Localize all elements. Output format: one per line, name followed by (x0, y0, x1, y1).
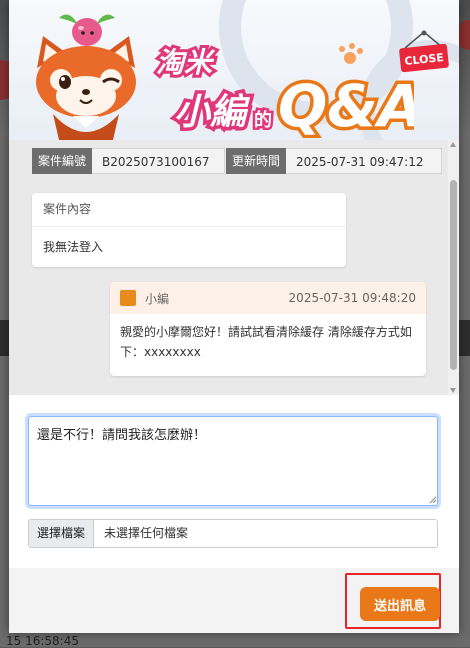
modal-footer: 送出訊息 (9, 568, 459, 633)
choose-file-button[interactable]: 選擇檔案 (29, 520, 95, 547)
compose-area: 還是不行！請問我該怎麼辦！ 選擇檔案 未選擇任何檔案 (9, 395, 459, 568)
reply-time: 2025-07-31 09:48:20 (288, 291, 416, 305)
qa-modal: 淘米 小編 的 Q&A CLOSE 案件編號 B2025073100167 更新… (9, 0, 459, 633)
updated-time-label: 更新時間 (226, 148, 287, 174)
background-timestamp: 15 16:58:45 (6, 634, 79, 648)
scroll-up-icon[interactable] (450, 142, 456, 147)
scroll-thumb[interactable] (450, 180, 457, 370)
send-message-button[interactable]: 送出訊息 (360, 587, 440, 621)
staff-reply-card: 小編 2025-07-31 09:48:20 親愛的小摩爾您好！請試試看清除緩存… (110, 282, 426, 376)
logo-qa: Q&A (278, 72, 414, 138)
case-number-value: B2025073100167 (92, 148, 226, 174)
close-tag-icon: CLOSE (399, 30, 449, 73)
file-input[interactable]: 選擇檔案 未選擇任何檔案 (28, 519, 438, 548)
case-number-label: 案件編號 (32, 148, 93, 174)
close-button[interactable]: CLOSE (397, 30, 451, 81)
qa-banner: 淘米 小編 的 Q&A CLOSE (9, 0, 459, 140)
red-panda-mascot-icon (36, 14, 136, 140)
case-content-body: 我無法登入 (43, 240, 104, 254)
scroll-down-icon[interactable] (450, 388, 456, 393)
reply-body: 親愛的小摩爾您好！請試試看清除緩存 清除緩存方式如下：xxxxxxxx (120, 325, 412, 359)
case-meta-row: 案件編號 B2025073100167 更新時間 2025-07-31 09:4… (32, 148, 442, 174)
logo-line2: 小編 (174, 92, 251, 133)
conversation-history[interactable]: 案件編號 B2025073100167 更新時間 2025-07-31 09:4… (9, 140, 459, 395)
reply-header: 小編 2025-07-31 09:48:20 (110, 282, 426, 314)
case-content-card: 案件內容 我無法登入 (32, 193, 346, 267)
staff-avatar-icon (120, 290, 136, 306)
message-input[interactable]: 還是不行！請問我該怎麼辦！ (28, 416, 438, 506)
logo-small: 的 (254, 109, 272, 131)
resize-grip-icon[interactable] (429, 496, 437, 504)
file-name-text: 未選擇任何檔案 (104, 526, 189, 540)
logo-line1: 淘米 (156, 46, 216, 79)
reply-sender: 小編 (145, 291, 170, 306)
updated-time-value: 2025-07-31 09:47:12 (286, 148, 442, 174)
xiaobian-qa-logo-icon: 淘米 小編 的 Q&A (153, 43, 414, 138)
case-content-title: 案件內容 (32, 193, 346, 227)
history-scrollbar[interactable] (448, 140, 459, 395)
